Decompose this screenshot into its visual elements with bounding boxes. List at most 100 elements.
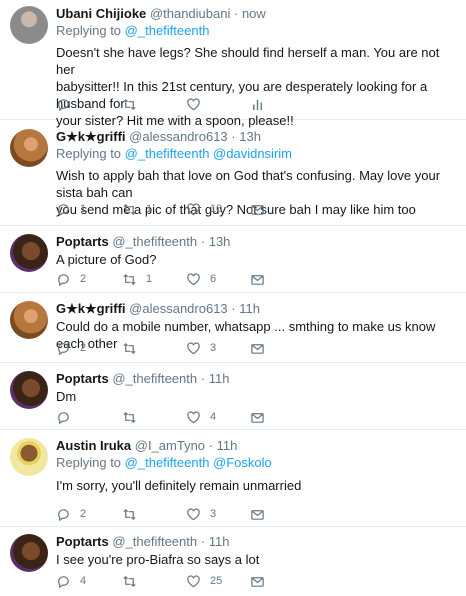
replying-to: Replying to @_thefifteenth — [56, 22, 456, 39]
retweet-count: 1 — [146, 203, 153, 215]
reply-button[interactable] — [56, 96, 80, 112]
display-name[interactable]: Poptarts — [56, 234, 109, 249]
reply-button[interactable]: 2 — [56, 271, 86, 287]
tweet[interactable]: Poptarts @_thefifteenth · 11h Dm 4 — [0, 363, 466, 430]
like-button[interactable]: 10 — [186, 201, 222, 217]
like-count: 3 — [210, 508, 217, 520]
like-icon — [187, 341, 200, 354]
timestamp[interactable]: now — [242, 6, 266, 21]
avatar[interactable] — [10, 371, 48, 409]
tweet-text-line: Wish to apply bah that love on God that'… — [56, 168, 441, 200]
reply-button[interactable]: 1 — [56, 201, 86, 217]
tweet[interactable]: Poptarts @_thefifteenth · 11h I see you'… — [0, 527, 466, 596]
user-handle[interactable]: @_thefifteenth — [112, 234, 197, 249]
mention-link[interactable]: @_thefifteenth @Foskolo — [125, 455, 272, 470]
retweet-button[interactable]: 1 — [122, 201, 152, 217]
tweet[interactable]: Austin Iruka @I_amTyno · 11h Replying to… — [0, 430, 466, 527]
retweet-button[interactable] — [122, 409, 146, 425]
timestamp[interactable]: 11h — [217, 438, 238, 453]
user-handle[interactable]: @_thefifteenth — [112, 371, 197, 386]
dm-button[interactable] — [250, 506, 265, 522]
tweet-text: I'm sorry, you'll definitely remain unma… — [56, 477, 456, 494]
tweet[interactable]: G★k★griffi @alessandro613 · 11h Could do… — [0, 293, 466, 363]
replying-to-label: Replying to — [56, 455, 122, 470]
like-icon — [187, 272, 200, 285]
avatar[interactable] — [10, 534, 48, 572]
like-button[interactable]: 6 — [186, 271, 216, 287]
like-icon — [187, 97, 200, 110]
retweet-icon — [123, 203, 136, 215]
reply-button[interactable]: 2 — [56, 506, 86, 522]
user-handle[interactable]: @alessandro613 — [129, 129, 227, 144]
tweet-text-line: I'm sorry, you'll definitely remain unma… — [56, 478, 302, 493]
avatar[interactable] — [10, 129, 48, 167]
separator-dot: · — [200, 371, 206, 386]
like-button[interactable] — [186, 96, 210, 112]
user-handle[interactable]: @thandiubani — [150, 6, 230, 21]
like-icon — [187, 202, 200, 215]
reply-count: 1 — [80, 203, 87, 215]
tweet-text-line: Doesn't she have legs? She should find h… — [56, 45, 440, 77]
timestamp[interactable]: 11h — [209, 534, 230, 549]
tweet-text: A picture of God? — [56, 251, 456, 268]
tweet[interactable]: Poptarts @_thefifteenth · 13h A picture … — [0, 226, 466, 293]
avatar[interactable] — [10, 6, 48, 44]
user-handle[interactable]: @alessandro613 — [129, 301, 227, 316]
tweet[interactable]: Ubani Chijioke @thandiubani · now Replyi… — [0, 0, 466, 128]
user-handle[interactable]: @_thefifteenth — [112, 534, 197, 549]
reply-icon — [58, 411, 69, 424]
like-icon — [187, 410, 200, 423]
reply-count: 4 — [80, 575, 87, 587]
retweet-button[interactable] — [122, 96, 146, 112]
user-handle[interactable]: @I_amTyno — [135, 438, 205, 453]
retweet-button[interactable]: 1 — [122, 271, 152, 287]
tweet-actions: 1 1 10 — [56, 201, 286, 217]
like-button[interactable]: 3 — [186, 506, 216, 522]
display-name[interactable]: Poptarts — [56, 371, 109, 386]
avatar[interactable] — [10, 301, 48, 339]
tweet-text-line: I see you're pro-Biafra so says a lot — [56, 552, 260, 567]
dm-button[interactable] — [250, 340, 265, 356]
like-button[interactable]: 4 — [186, 409, 216, 425]
dm-icon — [251, 343, 264, 354]
dm-icon — [251, 274, 264, 285]
tweet-header: Austin Iruka @I_amTyno · 11h — [56, 438, 456, 454]
analytics-button[interactable] — [250, 96, 265, 112]
display-name[interactable]: Ubani Chijioke — [56, 6, 146, 21]
dm-button[interactable] — [250, 201, 265, 217]
tweet-actions: 2 3 — [56, 506, 286, 522]
mention-link[interactable]: @_thefifteenth @davidnsirim — [125, 146, 292, 161]
retweet-button[interactable] — [122, 573, 146, 589]
avatar[interactable] — [10, 234, 48, 272]
reply-count: 2 — [80, 508, 87, 520]
timestamp[interactable]: 13h — [209, 234, 231, 249]
dm-button[interactable] — [250, 573, 265, 589]
separator-dot: · — [208, 438, 213, 453]
reply-button[interactable]: 2 — [56, 340, 86, 356]
tweet[interactable]: G★k★griffi @alessandro613 · 13h Replying… — [0, 120, 466, 226]
like-button[interactable]: 3 — [186, 340, 216, 356]
separator-dot: · — [200, 534, 206, 549]
dm-button[interactable] — [250, 271, 265, 287]
reply-button[interactable] — [56, 409, 80, 425]
display-name[interactable]: G★k★griffi — [56, 129, 126, 144]
timestamp[interactable]: 11h — [239, 301, 260, 316]
retweet-icon — [123, 98, 136, 110]
reply-icon — [58, 575, 69, 588]
display-name[interactable]: Austin Iruka — [56, 438, 131, 453]
reply-button[interactable]: 4 — [56, 573, 86, 589]
retweet-button[interactable] — [122, 340, 146, 356]
dm-button[interactable] — [250, 409, 265, 425]
retweet-button[interactable] — [122, 506, 146, 522]
avatar[interactable] — [10, 438, 48, 476]
display-name[interactable]: G★k★griffi — [56, 301, 126, 316]
mention-link[interactable]: @_thefifteenth — [125, 23, 210, 38]
tweet-header: Poptarts @_thefifteenth · 13h — [56, 234, 456, 250]
analytics-icon — [253, 99, 262, 110]
timestamp[interactable]: 13h — [239, 129, 261, 144]
like-button[interactable]: 25 — [186, 573, 222, 589]
reply-icon — [58, 508, 69, 521]
timestamp[interactable]: 11h — [209, 371, 230, 386]
display-name[interactable]: Poptarts — [56, 534, 109, 549]
tweet-text-line: Dm — [56, 389, 77, 404]
